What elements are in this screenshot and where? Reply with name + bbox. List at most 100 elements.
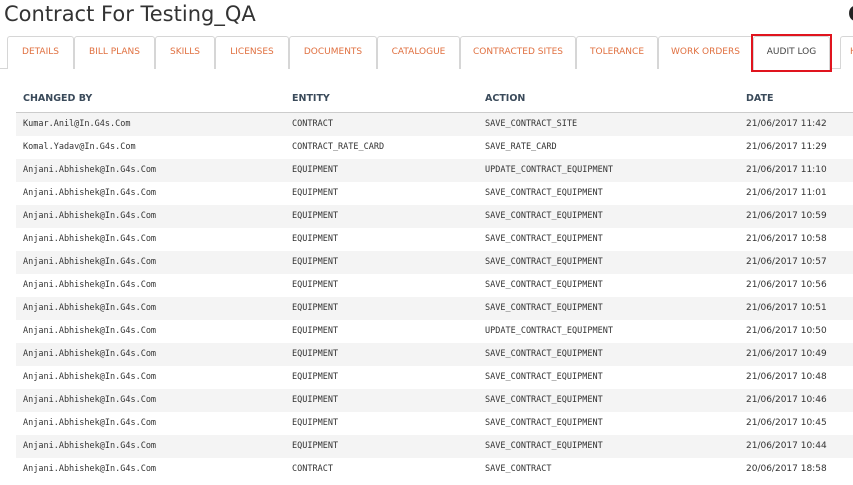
cell-changed-by: Anjani.Abhishek@In.G4s.Com xyxy=(23,280,157,290)
tab-contracted-sites[interactable]: CONTRACTED SITES xyxy=(460,36,576,69)
cell-action: SAVE_CONTRACT_EQUIPMENT xyxy=(485,234,603,244)
cell-action: SAVE_CONTRACT_EQUIPMENT xyxy=(485,418,603,428)
cell-changed-by: Anjani.Abhishek@In.G4s.Com xyxy=(23,418,157,428)
table-body: Kumar.Anil@In.G4s.Com CONTRACT SAVE_CONTRA… xyxy=(16,113,853,481)
tab-bill-plans[interactable]: BILL PLANS xyxy=(74,36,155,69)
cell-changed-by: Anjani.Abhishek@In.G4s.Com xyxy=(23,395,157,405)
cell-action: SAVE_CONTRACT_SITE xyxy=(485,119,578,129)
cell-action: SAVE_CONTRACT_EQUIPMENT xyxy=(485,441,603,451)
table-row[interactable]: Anjani.Abhishek@In.G4s.Com EQUIPMENT UPDAT… xyxy=(16,159,853,182)
table-header: CHANGED BY ENTITY ACTION DATE xyxy=(16,86,853,113)
tab-tolerance[interactable]: TOLERANCE xyxy=(576,36,658,69)
cell-entity: EQUIPMENT xyxy=(292,395,339,405)
cell-date: 21/06/2017 10:46 xyxy=(746,395,827,405)
cell-changed-by: Anjani.Abhishek@In.G4s.Com xyxy=(23,441,157,451)
table-row[interactable]: Anjani.Abhishek@In.G4s.Com EQUIPMENT SAVE_… xyxy=(16,205,853,228)
cell-entity: CONTRACT xyxy=(292,119,333,129)
cell-entity: EQUIPMENT xyxy=(292,188,339,198)
cell-changed-by: Anjani.Abhishek@In.G4s.Com xyxy=(23,326,157,336)
column-header-action[interactable]: ACTION xyxy=(485,86,525,112)
cell-action: SAVE_CONTRACT xyxy=(485,464,552,474)
table-row[interactable]: Anjani.Abhishek@In.G4s.Com EQUIPMENT SAVE_… xyxy=(16,297,853,320)
cell-entity: EQUIPMENT xyxy=(292,234,339,244)
table-row[interactable]: Anjani.Abhishek@In.G4s.Com EQUIPMENT SAVE_… xyxy=(16,412,853,435)
tab-audit-log[interactable]: AUDIT LOG xyxy=(753,36,830,70)
tab-details[interactable]: DETAILS xyxy=(7,36,74,69)
tab-skills[interactable]: SKILLS xyxy=(155,36,215,69)
column-header-changed-by[interactable]: CHANGED BY xyxy=(23,86,92,112)
cell-date: 21/06/2017 11:29 xyxy=(746,142,827,152)
tab-catalogue[interactable]: CATALOGUE xyxy=(377,36,460,69)
cell-entity: EQUIPMENT xyxy=(292,349,339,359)
cell-changed-by: Komal.Yadav@In.G4s.Com xyxy=(23,142,136,152)
cell-date: 21/06/2017 10:45 xyxy=(746,418,827,428)
contract-page: Contract For Testing_QA C DETAILS BILL P… xyxy=(0,0,853,485)
cell-action: UPDATE_CONTRACT_EQUIPMENT xyxy=(485,326,613,336)
cell-date: 21/06/2017 10:49 xyxy=(746,349,827,359)
cell-date: 21/06/2017 10:44 xyxy=(746,441,827,451)
tab-bar: DETAILS BILL PLANS SKILLS LICENSES DOCUM… xyxy=(0,36,853,70)
column-header-entity[interactable]: ENTITY xyxy=(292,86,330,112)
cell-changed-by: Anjani.Abhishek@In.G4s.Com xyxy=(23,211,157,221)
cell-action: SAVE_CONTRACT_EQUIPMENT xyxy=(485,280,603,290)
cell-entity: EQUIPMENT xyxy=(292,211,339,221)
table-row[interactable]: Anjani.Abhishek@In.G4s.Com EQUIPMENT SAVE_… xyxy=(16,435,853,458)
cell-changed-by: Anjani.Abhishek@In.G4s.Com xyxy=(23,188,157,198)
audit-log-table: CHANGED BY ENTITY ACTION DATE Kumar.Anil… xyxy=(16,86,853,481)
cell-changed-by: Anjani.Abhishek@In.G4s.Com xyxy=(23,303,157,313)
cell-entity: EQUIPMENT xyxy=(292,372,339,382)
cell-changed-by: Anjani.Abhishek@In.G4s.Com xyxy=(23,257,157,267)
cell-entity: CONTRACT_RATE_CARD xyxy=(292,142,385,152)
table-row[interactable]: Anjani.Abhishek@In.G4s.Com EQUIPMENT SAVE_… xyxy=(16,343,853,366)
table-row[interactable]: Anjani.Abhishek@In.G4s.Com EQUIPMENT SAVE_… xyxy=(16,228,853,251)
cell-action: UPDATE_CONTRACT_EQUIPMENT xyxy=(485,165,613,175)
cell-date: 21/06/2017 10:48 xyxy=(746,372,827,382)
page-title-overflow: C xyxy=(848,0,853,28)
table-row[interactable]: Anjani.Abhishek@In.G4s.Com EQUIPMENT SAVE_… xyxy=(16,251,853,274)
tab-h[interactable]: H xyxy=(840,36,853,69)
cell-entity: EQUIPMENT xyxy=(292,303,339,313)
page-title: Contract For Testing_QA xyxy=(4,2,256,26)
cell-entity: EQUIPMENT xyxy=(292,418,339,428)
cell-date: 21/06/2017 11:42 xyxy=(746,119,827,129)
cell-action: SAVE_CONTRACT_EQUIPMENT xyxy=(485,303,603,313)
cell-date: 21/06/2017 10:59 xyxy=(746,211,827,221)
column-header-date[interactable]: DATE xyxy=(746,86,773,112)
cell-entity: EQUIPMENT xyxy=(292,165,339,175)
cell-action: SAVE_RATE_CARD xyxy=(485,142,557,152)
cell-action: SAVE_CONTRACT_EQUIPMENT xyxy=(485,211,603,221)
cell-changed-by: Anjani.Abhishek@In.G4s.Com xyxy=(23,165,157,175)
cell-date: 21/06/2017 10:57 xyxy=(746,257,827,267)
cell-action: SAVE_CONTRACT_EQUIPMENT xyxy=(485,395,603,405)
table-row[interactable]: Anjani.Abhishek@In.G4s.Com EQUIPMENT SAVE_… xyxy=(16,182,853,205)
cell-action: SAVE_CONTRACT_EQUIPMENT xyxy=(485,257,603,267)
table-row[interactable]: Kumar.Anil@In.G4s.Com CONTRACT SAVE_CONTRA… xyxy=(16,113,853,136)
cell-date: 21/06/2017 10:51 xyxy=(746,303,827,313)
table-row[interactable]: Anjani.Abhishek@In.G4s.Com EQUIPMENT SAVE_… xyxy=(16,274,853,297)
cell-action: SAVE_CONTRACT_EQUIPMENT xyxy=(485,372,603,382)
cell-entity: CONTRACT xyxy=(292,464,333,474)
cell-date: 21/06/2017 11:01 xyxy=(746,188,827,198)
cell-date: 21/06/2017 10:56 xyxy=(746,280,827,290)
tab-licenses[interactable]: LICENSES xyxy=(215,36,289,69)
cell-date: 21/06/2017 10:50 xyxy=(746,326,827,336)
cell-action: SAVE_CONTRACT_EQUIPMENT xyxy=(485,188,603,198)
table-row[interactable]: Anjani.Abhishek@In.G4s.Com EQUIPMENT SAVE_… xyxy=(16,366,853,389)
cell-changed-by: Kumar.Anil@In.G4s.Com xyxy=(23,119,131,129)
cell-date: 20/06/2017 18:58 xyxy=(746,464,827,474)
tab-documents[interactable]: DOCUMENTS xyxy=(289,36,377,69)
cell-entity: EQUIPMENT xyxy=(292,257,339,267)
cell-changed-by: Anjani.Abhishek@In.G4s.Com xyxy=(23,349,157,359)
cell-entity: EQUIPMENT xyxy=(292,280,339,290)
table-row[interactable]: Anjani.Abhishek@In.G4s.Com EQUIPMENT SAVE_… xyxy=(16,389,853,412)
cell-changed-by: Anjani.Abhishek@In.G4s.Com xyxy=(23,372,157,382)
table-row[interactable]: Anjani.Abhishek@In.G4s.Com CONTRACT SAVE_C… xyxy=(16,458,853,481)
cell-entity: EQUIPMENT xyxy=(292,326,339,336)
table-row[interactable]: Komal.Yadav@In.G4s.Com CONTRACT_RATE_CARD… xyxy=(16,136,853,159)
tab-work-orders[interactable]: WORK ORDERS xyxy=(658,36,753,69)
table-row[interactable]: Anjani.Abhishek@In.G4s.Com EQUIPMENT UPDAT… xyxy=(16,320,853,343)
cell-action: SAVE_CONTRACT_EQUIPMENT xyxy=(485,349,603,359)
cell-date: 21/06/2017 11:10 xyxy=(746,165,827,175)
cell-changed-by: Anjani.Abhishek@In.G4s.Com xyxy=(23,464,157,474)
cell-changed-by: Anjani.Abhishek@In.G4s.Com xyxy=(23,234,157,244)
